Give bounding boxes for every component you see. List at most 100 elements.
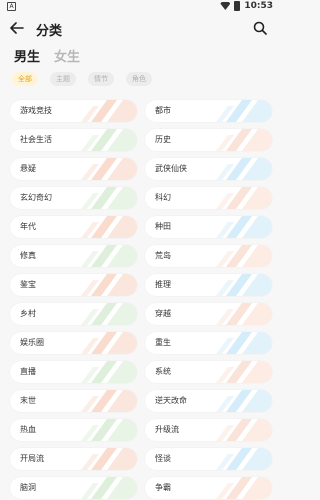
card-decoration — [81, 390, 137, 412]
card-decoration — [216, 245, 272, 267]
category-card[interactable]: 穿越 — [145, 303, 272, 325]
category-label: 娱乐圈 — [20, 338, 44, 347]
category-card[interactable]: 脑洞 — [10, 477, 137, 499]
card-decoration — [81, 187, 137, 209]
app-badge-icon: A — [7, 2, 16, 11]
category-card[interactable]: 怪谈 — [145, 448, 272, 470]
battery-icon — [234, 1, 241, 11]
filter-chips: 全部 主题 情节 角色 — [12, 72, 152, 86]
card-decoration — [216, 187, 272, 209]
category-card[interactable]: 荒岛 — [145, 245, 272, 267]
category-label: 种田 — [155, 222, 171, 231]
card-decoration — [216, 303, 272, 325]
filter-all[interactable]: 全部 — [12, 72, 38, 86]
card-decoration — [216, 390, 272, 412]
card-decoration — [81, 158, 137, 180]
category-card[interactable]: 社会生活 — [10, 129, 137, 151]
card-decoration — [216, 332, 272, 354]
category-label: 悬疑 — [20, 164, 36, 173]
category-card[interactable]: 科幻 — [145, 187, 272, 209]
card-decoration — [216, 448, 272, 470]
category-card[interactable]: 修真 — [10, 245, 137, 267]
category-card[interactable]: 热血 — [10, 419, 137, 441]
category-grid: 游戏竞技 都市社会生活 历史悬疑 武侠仙侠玄幻奇幻 科幻年代 种田修真 荒岛鉴宝 推理乡村 穿越… — [10, 100, 272, 499]
category-card[interactable]: 年代 — [10, 216, 137, 238]
status-bar: A 10:53 — [0, 0, 281, 14]
app-header: 分类 — [0, 16, 281, 42]
category-card[interactable]: 都市 — [145, 100, 272, 122]
card-decoration — [81, 477, 137, 499]
category-card[interactable]: 娱乐圈 — [10, 332, 137, 354]
category-label: 游戏竞技 — [20, 106, 52, 115]
search-icon — [253, 21, 267, 35]
card-decoration — [81, 361, 137, 383]
search-button[interactable] — [253, 20, 267, 35]
card-decoration — [81, 216, 137, 238]
category-label: 荒岛 — [155, 251, 171, 260]
category-card[interactable]: 悬疑 — [10, 158, 137, 180]
tab-female[interactable]: 女生 — [54, 46, 80, 65]
card-decoration — [81, 129, 137, 151]
category-card[interactable]: 推理 — [145, 274, 272, 296]
card-decoration — [81, 303, 137, 325]
wifi-icon — [220, 2, 231, 10]
category-label: 武侠仙侠 — [155, 164, 187, 173]
category-card[interactable]: 开局流 — [10, 448, 137, 470]
card-decoration — [216, 419, 272, 441]
filter-role[interactable]: 角色 — [126, 72, 152, 86]
clock: 10:53 — [244, 1, 273, 11]
category-label: 开局流 — [20, 454, 44, 463]
category-card[interactable]: 乡村 — [10, 303, 137, 325]
category-label: 脑洞 — [20, 483, 36, 492]
category-card[interactable]: 直播 — [10, 361, 137, 383]
category-card[interactable]: 升级流 — [145, 419, 272, 441]
card-decoration — [81, 274, 137, 296]
category-label: 争霸 — [155, 483, 171, 492]
category-label: 社会生活 — [20, 135, 52, 144]
page-title: 分类 — [36, 24, 63, 39]
category-label: 系统 — [155, 367, 171, 376]
category-card[interactable]: 末世 — [10, 390, 137, 412]
category-card[interactable]: 争霸 — [145, 477, 272, 499]
category-card[interactable]: 重生 — [145, 332, 272, 354]
card-decoration — [216, 216, 272, 238]
card-decoration — [216, 158, 272, 180]
category-label: 重生 — [155, 338, 171, 347]
category-card[interactable]: 逆天改命 — [145, 390, 272, 412]
back-button[interactable] — [10, 22, 24, 34]
category-card[interactable]: 种田 — [145, 216, 272, 238]
category-label: 玄幻奇幻 — [20, 193, 52, 202]
category-card[interactable]: 武侠仙侠 — [145, 158, 272, 180]
category-label: 都市 — [155, 106, 171, 115]
card-decoration — [81, 100, 137, 122]
category-label: 推理 — [155, 280, 171, 289]
category-label: 年代 — [20, 222, 36, 231]
category-card[interactable]: 玄幻奇幻 — [10, 187, 137, 209]
card-decoration — [81, 332, 137, 354]
category-label: 热血 — [20, 425, 36, 434]
category-card[interactable]: 系统 — [145, 361, 272, 383]
card-decoration — [216, 100, 272, 122]
gender-tabs: 男生 女生 — [14, 46, 80, 65]
card-decoration — [81, 448, 137, 470]
back-arrow-icon — [10, 22, 24, 34]
category-card[interactable]: 鉴宝 — [10, 274, 137, 296]
category-card[interactable]: 游戏竞技 — [10, 100, 137, 122]
category-label: 穿越 — [155, 309, 171, 318]
card-decoration — [81, 245, 137, 267]
tab-male[interactable]: 男生 — [14, 46, 40, 65]
card-decoration — [216, 477, 272, 499]
category-label: 升级流 — [155, 425, 179, 434]
category-label: 末世 — [20, 396, 36, 405]
filter-plot[interactable]: 情节 — [88, 72, 114, 86]
category-label: 直播 — [20, 367, 36, 376]
status-icons: 10:53 — [220, 1, 273, 11]
category-card[interactable]: 历史 — [145, 129, 272, 151]
card-decoration — [81, 419, 137, 441]
filter-theme[interactable]: 主题 — [50, 72, 76, 86]
card-decoration — [216, 129, 272, 151]
category-label: 科幻 — [155, 193, 171, 202]
card-decoration — [216, 361, 272, 383]
card-decoration — [216, 274, 272, 296]
category-label: 历史 — [155, 135, 171, 144]
